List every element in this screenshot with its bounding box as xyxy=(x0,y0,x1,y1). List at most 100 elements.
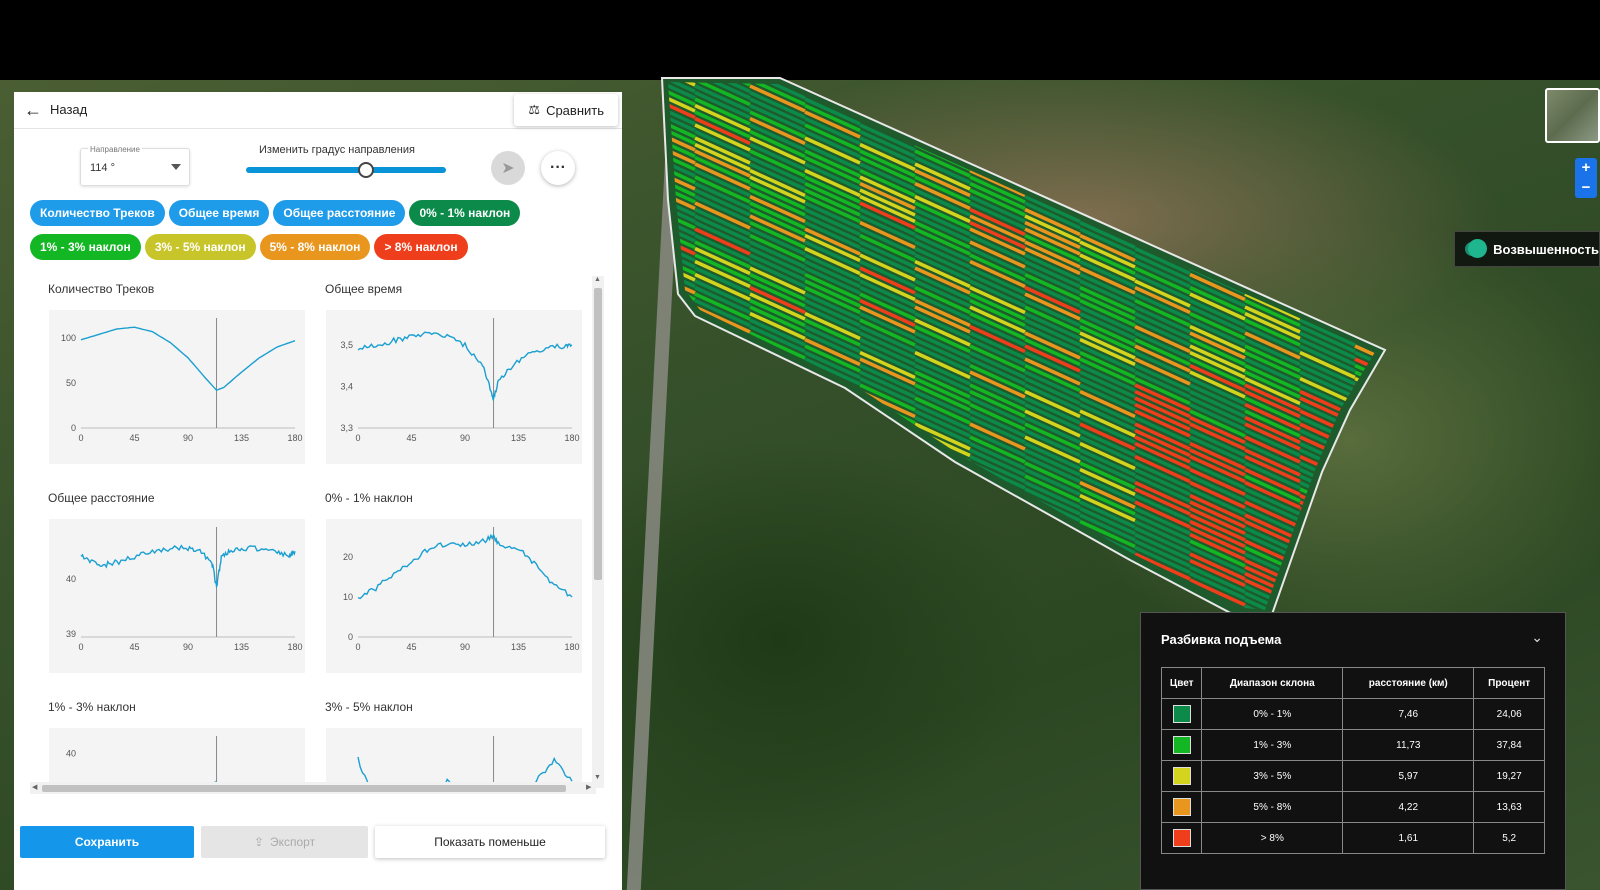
scroll-up-icon[interactable]: ▲ xyxy=(594,276,601,283)
back-button[interactable]: ← Назад xyxy=(24,101,87,119)
track-segment xyxy=(750,632,805,657)
track-segment xyxy=(914,82,971,100)
chevron-down-icon[interactable]: ⌄ xyxy=(1531,629,1543,646)
track-segment xyxy=(1354,246,1375,276)
track-segment xyxy=(1079,82,1136,94)
track-segment xyxy=(1079,84,1136,113)
track-segment xyxy=(1080,632,1135,657)
track-segment xyxy=(1189,142,1246,172)
track-segment xyxy=(1189,227,1246,256)
track-segment xyxy=(969,526,1026,555)
track-segment xyxy=(804,428,861,458)
track-segment xyxy=(1299,259,1356,289)
color-swatch xyxy=(1172,705,1191,723)
track-segment xyxy=(1244,82,1301,94)
track-segment xyxy=(1079,136,1136,165)
zoom-in-icon[interactable]: + xyxy=(1575,158,1597,178)
track-segment xyxy=(859,565,916,594)
zoom-control[interactable]: + − xyxy=(1575,158,1597,198)
track-segment xyxy=(1189,220,1246,250)
track-segment xyxy=(804,597,861,610)
track-segment xyxy=(970,632,1025,657)
y-tick-label: 40 xyxy=(66,574,76,584)
track-segment xyxy=(914,526,971,555)
track-segment xyxy=(694,435,751,464)
direction-select[interactable]: Направление 114 ° xyxy=(80,145,190,186)
track-segment xyxy=(914,480,971,510)
track-segment xyxy=(1244,162,1301,191)
track-segment xyxy=(749,532,806,562)
track-segment xyxy=(1299,181,1356,211)
track-segment xyxy=(1354,519,1375,549)
metric-chip[interactable]: 3% - 5% наклон xyxy=(144,234,256,260)
horizontal-scroll-thumb[interactable] xyxy=(42,785,566,792)
scroll-left-icon[interactable]: ◀ xyxy=(32,783,37,791)
track-segment xyxy=(1025,658,1080,683)
metric-chip[interactable]: > 8% наклон xyxy=(374,234,468,260)
show-less-button[interactable]: Показать поменьше xyxy=(375,826,605,858)
track-segment xyxy=(1079,82,1136,100)
track-segment xyxy=(1024,584,1081,610)
track-segment xyxy=(1299,539,1356,568)
x-tick-label: 180 xyxy=(564,433,579,443)
vertical-scroll-thumb[interactable] xyxy=(594,288,602,580)
metric-chip[interactable]: Общее расстояние xyxy=(273,200,406,226)
track-segment xyxy=(1079,188,1136,217)
track-segment xyxy=(668,597,696,610)
x-tick-label: 0 xyxy=(355,433,360,443)
elevation-toggle[interactable]: Возвышенность xyxy=(1454,231,1600,267)
scroll-right-icon[interactable]: ▶ xyxy=(586,783,591,791)
track-segment xyxy=(668,552,696,581)
navigation-arrow-icon: ➤ xyxy=(501,160,515,177)
track-segment xyxy=(695,658,750,683)
track-segment xyxy=(1189,240,1246,269)
export-button[interactable]: ⇪ Экспорт xyxy=(201,826,368,858)
metric-chip[interactable]: 5% - 8% наклон xyxy=(259,234,371,260)
track-segment xyxy=(1024,82,1081,87)
track-segment xyxy=(1189,214,1246,243)
track-segment xyxy=(969,532,1026,562)
track-segment xyxy=(1354,82,1375,100)
slider-handle[interactable] xyxy=(358,162,374,178)
metric-chip[interactable]: Общее время xyxy=(168,200,270,226)
track-segment xyxy=(859,82,916,100)
track-segment xyxy=(859,480,916,510)
track-segment xyxy=(1024,103,1081,133)
compare-button[interactable]: ⚖ Сравнить xyxy=(514,94,618,126)
toggle-switch[interactable] xyxy=(1465,239,1488,258)
horizontal-scrollbar[interactable]: ◀ ▶ xyxy=(30,782,596,794)
zoom-out-icon[interactable]: − xyxy=(1575,178,1597,198)
track-segment xyxy=(914,571,971,601)
track-segment xyxy=(1244,103,1301,133)
track-segment xyxy=(749,513,806,542)
y-tick-label: 3,3 xyxy=(340,423,353,433)
track-segment xyxy=(1079,129,1136,159)
navigation-button[interactable]: ➤ xyxy=(491,151,525,185)
track-segment xyxy=(1354,506,1375,536)
track-segment xyxy=(668,441,696,471)
track-segment xyxy=(859,526,916,555)
metric-chip[interactable]: 0% - 1% наклон xyxy=(409,200,521,226)
x-tick-label: 90 xyxy=(460,433,470,443)
chart-card: 3% - 5% наклон 04590135180 xyxy=(309,694,582,784)
track-segment xyxy=(1134,82,1191,107)
track-segment xyxy=(969,578,1026,607)
track-segment xyxy=(750,639,805,664)
track-segment xyxy=(860,658,915,683)
track-segment xyxy=(1024,532,1081,562)
scroll-down-icon[interactable]: ▼ xyxy=(594,774,601,781)
direction-slider[interactable] xyxy=(246,162,446,178)
track-segment xyxy=(1354,578,1375,607)
metric-chip[interactable]: Количество Треков xyxy=(30,200,165,226)
vertical-scrollbar[interactable]: ▲ ▼ xyxy=(592,276,604,788)
track-segment xyxy=(860,665,915,690)
track-segment xyxy=(970,665,1025,690)
save-button[interactable]: Сохранить xyxy=(20,826,194,858)
map-layer-thumbnail[interactable] xyxy=(1545,88,1600,143)
track-segment xyxy=(1134,201,1191,230)
metric-chip[interactable]: 1% - 3% наклон xyxy=(30,234,141,260)
more-options-button[interactable]: ··· xyxy=(541,151,575,185)
chart-plot: 0 45 90 135 180 3,3 3,4 3,5 xyxy=(326,310,582,464)
track-segment xyxy=(860,652,915,677)
track-segment xyxy=(914,519,971,549)
